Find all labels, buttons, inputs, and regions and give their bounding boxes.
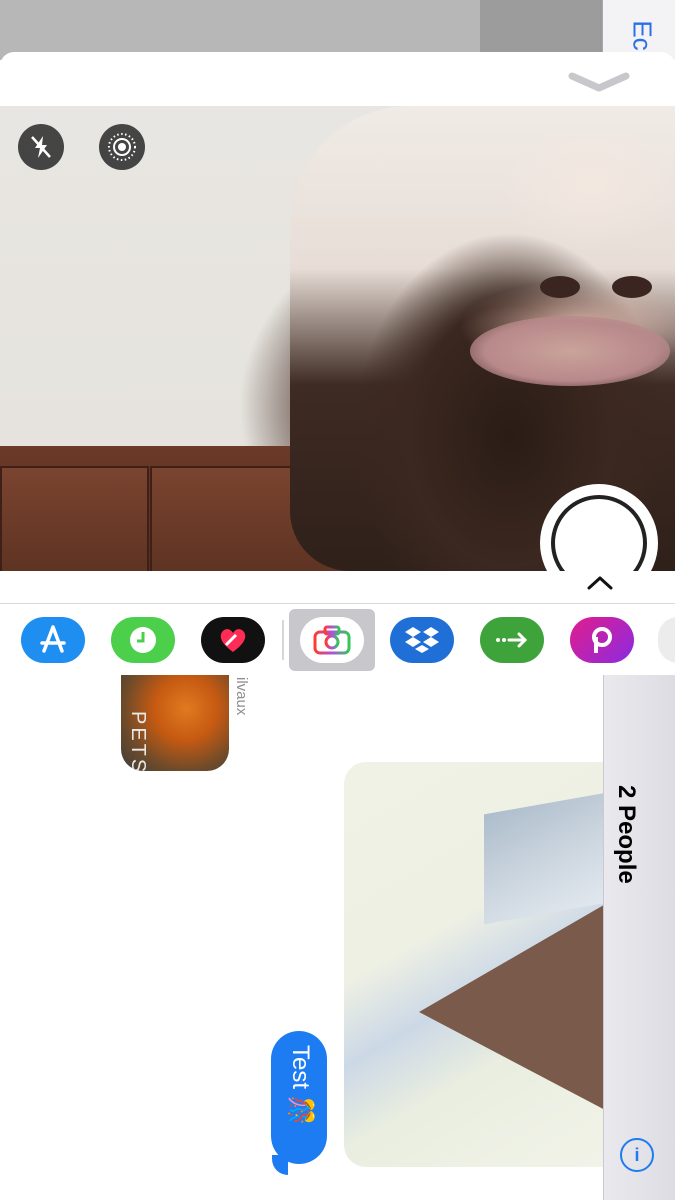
keyboard-key [0,0,122,60]
info-icon[interactable]: i [620,1138,654,1172]
keyboard-key [240,0,362,60]
camera-sheet [0,52,675,604]
people-label: 2 People [613,785,640,884]
photo-message[interactable] [344,762,604,1167]
heart-touch-icon[interactable] [201,617,265,663]
sticker-image[interactable]: PETS [121,675,229,771]
message-text: Test 🎊 [287,1045,314,1126]
app-store-icon[interactable] [21,617,85,663]
edit-label: Ec [627,20,658,51]
message-bubble[interactable]: Test 🎊 [271,1031,327,1164]
live-photo-icon[interactable] [99,124,145,170]
camera-viewfinder[interactable] [0,106,675,571]
dropbox-icon[interactable] [390,617,454,663]
beard [419,902,604,1112]
sticker-text: PETS [127,711,149,771]
arrow-icon[interactable] [480,617,544,663]
chevron-up-icon[interactable] [585,574,615,592]
keyboard-key [120,0,242,60]
app-drawer [0,603,675,676]
nostril [612,276,652,298]
sender-name: ilvaux [233,677,250,716]
nostril [540,276,580,298]
more-apps-icon[interactable] [658,617,675,663]
keyboard-key [480,0,602,60]
camera-icon[interactable] [300,617,364,663]
conversation: PETS ilvaux Test 🎊 [0,675,675,1200]
chevron-down-icon[interactable] [568,70,630,96]
lips [470,316,670,386]
picsart-icon[interactable] [570,617,634,663]
bubble-tail [272,1155,288,1175]
keyboard-key [360,0,482,60]
shutter-icon [551,495,647,571]
cabinet-door [0,466,149,571]
background-keyboard: Ec [0,0,675,60]
divider [282,620,284,660]
clock-icon[interactable] [111,617,175,663]
flash-off-icon[interactable] [18,124,64,170]
edit-strip[interactable]: Ec [603,0,675,60]
conversation-header[interactable] [603,675,675,1200]
